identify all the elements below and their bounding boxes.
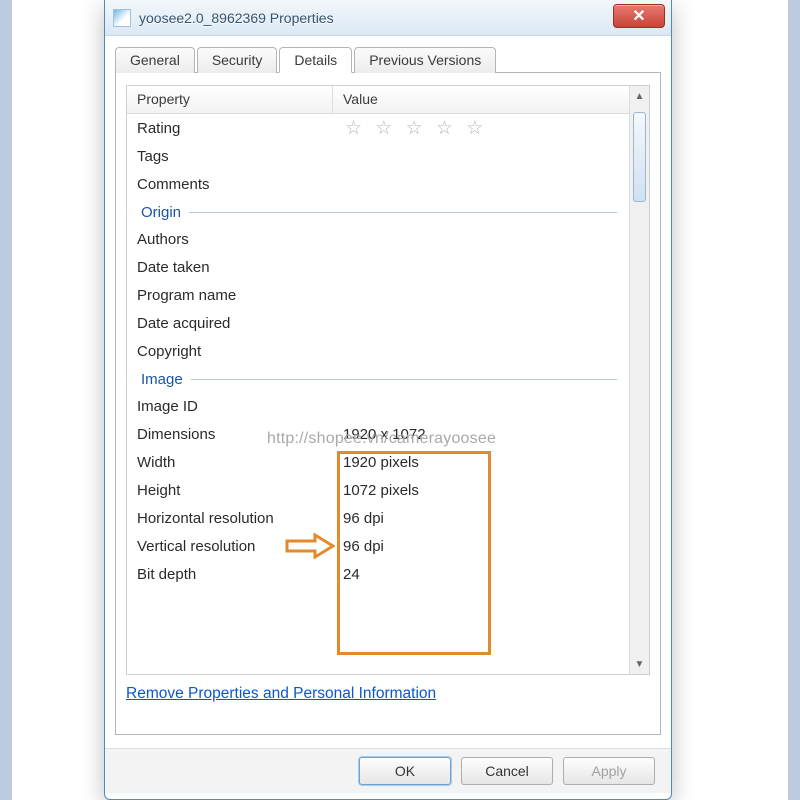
group-divider	[191, 379, 617, 380]
scroll-down-icon[interactable]: ▼	[630, 654, 649, 674]
prop-label: Dimensions	[127, 426, 333, 443]
prop-label: Comments	[127, 176, 333, 193]
prop-label: Date taken	[127, 259, 333, 276]
row-copyright[interactable]: Copyright	[127, 337, 629, 365]
ok-button[interactable]: OK	[359, 757, 451, 785]
prop-value: 96 dpi	[333, 538, 629, 555]
row-rating[interactable]: Rating ☆ ☆ ☆ ☆ ☆	[127, 114, 629, 142]
column-header-property[interactable]: Property	[127, 86, 333, 113]
prop-label: Date acquired	[127, 315, 333, 332]
row-authors[interactable]: Authors	[127, 225, 629, 253]
dialog-content: General Security Details Previous Versio…	[105, 36, 671, 735]
properties-dialog: yoosee2.0_8962369 Properties ✕ General S…	[104, 0, 672, 800]
prop-label: Vertical resolution	[127, 538, 333, 555]
prop-label: Image ID	[127, 398, 333, 415]
app-icon	[113, 9, 131, 27]
row-image-id[interactable]: Image ID	[127, 392, 629, 420]
group-image: Image	[127, 365, 629, 392]
group-label-text: Image	[141, 371, 183, 388]
tab-strip: General Security Details Previous Versio…	[115, 46, 661, 73]
dialog-button-row: OK Cancel Apply	[105, 748, 671, 793]
rating-stars-icon[interactable]: ☆ ☆ ☆ ☆ ☆	[343, 118, 487, 139]
prop-label: Horizontal resolution	[127, 510, 333, 527]
scroll-up-icon[interactable]: ▲	[630, 86, 649, 106]
tab-general[interactable]: General	[115, 47, 195, 73]
prop-value: 1920 x 1072	[333, 426, 629, 443]
titlebar: yoosee2.0_8962369 Properties ✕	[105, 0, 671, 36]
prop-label: Width	[127, 454, 333, 471]
list-header: Property Value	[127, 86, 649, 114]
remove-properties-link[interactable]: Remove Properties and Personal Informati…	[126, 685, 436, 703]
close-button[interactable]: ✕	[613, 4, 665, 28]
row-vertical-resolution[interactable]: Vertical resolution 96 dpi	[127, 532, 629, 560]
close-icon: ✕	[632, 6, 645, 26]
row-bit-depth[interactable]: Bit depth 24	[127, 560, 629, 588]
prop-label: Authors	[127, 231, 333, 248]
apply-button: Apply	[563, 757, 655, 785]
row-width[interactable]: Width 1920 pixels	[127, 448, 629, 476]
tab-previous-versions[interactable]: Previous Versions	[354, 47, 496, 73]
prop-label: Tags	[127, 148, 333, 165]
tab-security[interactable]: Security	[197, 47, 278, 73]
tab-panel-details: Property Value Rating ☆ ☆ ☆ ☆ ☆ Tags Com…	[115, 73, 661, 735]
prop-label: Copyright	[127, 343, 333, 360]
column-header-value[interactable]: Value	[333, 86, 649, 113]
prop-label: Rating	[127, 120, 333, 137]
row-horizontal-resolution[interactable]: Horizontal resolution 96 dpi	[127, 504, 629, 532]
details-list: Property Value Rating ☆ ☆ ☆ ☆ ☆ Tags Com…	[126, 85, 650, 675]
scroll-thumb[interactable]	[633, 112, 646, 202]
row-tags[interactable]: Tags	[127, 142, 629, 170]
row-date-taken[interactable]: Date taken	[127, 253, 629, 281]
row-height[interactable]: Height 1072 pixels	[127, 476, 629, 504]
row-date-acquired[interactable]: Date acquired	[127, 309, 629, 337]
prop-value: 1920 pixels	[333, 454, 629, 471]
prop-label: Program name	[127, 287, 333, 304]
cancel-button[interactable]: Cancel	[461, 757, 553, 785]
group-divider	[189, 212, 617, 213]
prop-value: 1072 pixels	[333, 482, 629, 499]
prop-value: 96 dpi	[333, 510, 629, 527]
vertical-scrollbar[interactable]: ▲ ▼	[629, 86, 649, 674]
row-dimensions[interactable]: Dimensions 1920 x 1072	[127, 420, 629, 448]
prop-label: Bit depth	[127, 566, 333, 583]
prop-label: Height	[127, 482, 333, 499]
tab-details[interactable]: Details	[279, 47, 352, 73]
row-program-name[interactable]: Program name	[127, 281, 629, 309]
row-comments[interactable]: Comments	[127, 170, 629, 198]
list-body[interactable]: Rating ☆ ☆ ☆ ☆ ☆ Tags Comments Origin	[127, 114, 629, 674]
group-origin: Origin	[127, 198, 629, 225]
prop-value: 24	[333, 566, 629, 583]
window-title: yoosee2.0_8962369 Properties	[139, 10, 613, 26]
group-label-text: Origin	[141, 204, 181, 221]
